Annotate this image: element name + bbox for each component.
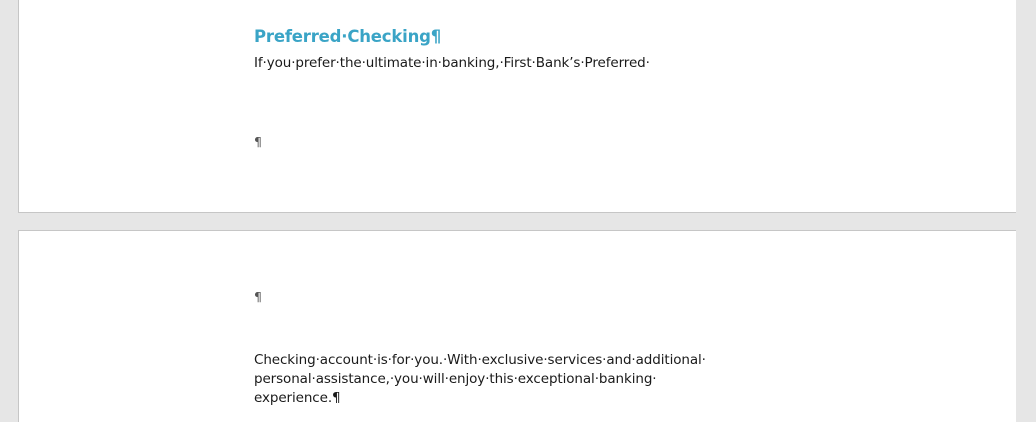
body-text-line[interactable]: Checking·account·is·for·you.·With·exclus… — [254, 351, 706, 370]
body-text-line[interactable]: personal·assistance,·you·will·enjoy·this… — [254, 370, 657, 389]
body-text-line[interactable]: experience.¶ — [254, 389, 341, 408]
document-page-2[interactable]: ¶ Checking·account·is·for·you.·With·excl… — [18, 230, 1017, 422]
document-page-1[interactable]: Preferred·Checking¶ If·you·prefer·the·ul… — [18, 0, 1017, 213]
paragraph-mark[interactable]: ¶ — [254, 289, 262, 304]
paragraph-mark[interactable]: ¶ — [254, 134, 262, 149]
heading-text: Preferred·Checking — [254, 27, 431, 46]
heading-preferred-checking[interactable]: Preferred·Checking¶ — [254, 27, 441, 46]
body-text-line[interactable]: If·you·prefer·the·ultimate·in·banking,·F… — [254, 54, 650, 73]
document-canvas: Preferred·Checking¶ If·you·prefer·the·ul… — [0, 0, 1036, 422]
heading-paragraph-mark: ¶ — [430, 27, 442, 46]
canvas-right-edge — [1016, 0, 1036, 422]
